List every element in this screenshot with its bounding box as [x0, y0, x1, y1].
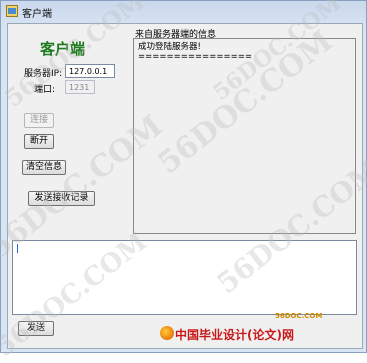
clear-button[interactable]: 清空信息 [22, 160, 66, 175]
port-label: 端口: [34, 85, 56, 95]
send-receive-log-button[interactable]: 发送接收记录 [28, 191, 95, 206]
port-input[interactable]: 1231 [65, 80, 95, 94]
connect-button[interactable]: 连接 [24, 113, 54, 128]
server-ip-label: 服务器IP: [24, 69, 63, 79]
client-area: 客户端 服务器IP: 127.0.0.1 端口: 1231 连接 断开 清空信息… [7, 23, 363, 349]
disconnect-button[interactable]: 断开 [24, 134, 54, 149]
title-bar: 客户端 [1, 1, 366, 21]
send-button[interactable]: 发送 [18, 321, 54, 336]
heading-title: 客户端 [40, 40, 86, 58]
window-title: 客户端 [22, 9, 52, 20]
app-icon [6, 5, 18, 17]
client-window: 客户端 客户端 服务器IP: 127.0.0.1 端口: 1231 连接 断开 … [0, 0, 367, 353]
server-message-box[interactable]: 成功登陆服务器! ================ [133, 38, 356, 234]
server-ip-input[interactable]: 127.0.0.1 [65, 64, 115, 78]
message-line: 成功登陆服务器! [138, 42, 201, 52]
footer-brand: 中国毕业设计(论文)网 [175, 328, 294, 342]
footer-domain: 56DOC.COM [275, 312, 323, 320]
text-caret [17, 244, 18, 253]
site-logo-icon [160, 326, 174, 340]
message-input[interactable] [12, 240, 357, 315]
message-separator: ================ [138, 52, 252, 62]
